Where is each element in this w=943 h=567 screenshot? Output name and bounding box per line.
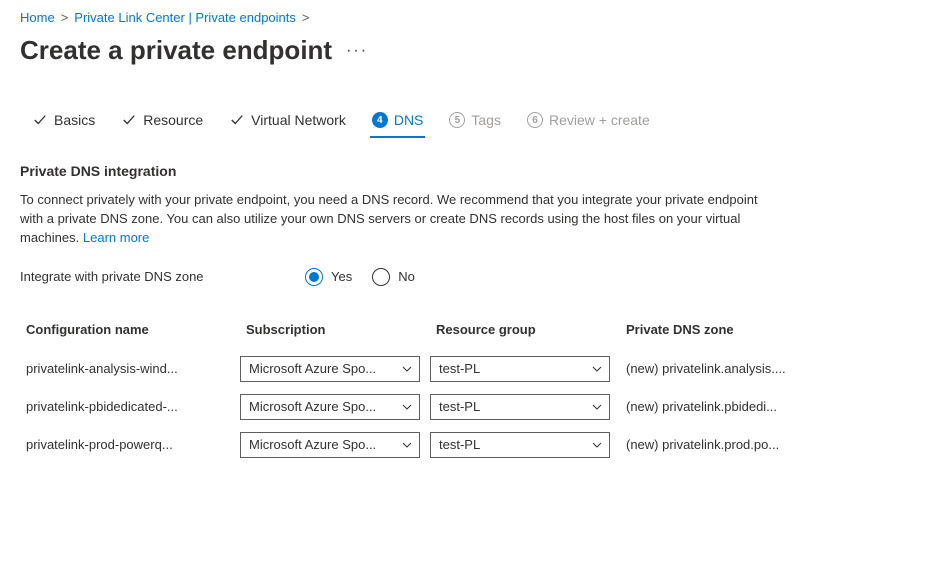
tab-basics[interactable]: Basics (30, 106, 97, 138)
config-name: privatelink-analysis-wind... (20, 361, 230, 376)
dropdown-value: Microsoft Azure Spo... (249, 437, 395, 452)
tab-review-create[interactable]: 6 Review + create (525, 106, 652, 138)
radio-yes[interactable]: Yes (305, 268, 352, 286)
check-icon (229, 112, 245, 128)
radio-no[interactable]: No (372, 268, 415, 286)
tab-virtual-network[interactable]: Virtual Network (227, 106, 348, 138)
radio-icon (372, 268, 390, 286)
integrate-dns-row: Integrate with private DNS zone Yes No (20, 268, 923, 286)
step-number-badge: 4 (372, 112, 388, 128)
learn-more-link[interactable]: Learn more (83, 230, 149, 245)
dropdown-value: Microsoft Azure Spo... (249, 399, 395, 414)
table-row: privatelink-pbidedicated-... Microsoft A… (20, 388, 900, 426)
chevron-right-icon: > (61, 10, 69, 25)
tab-label: Tags (471, 112, 501, 128)
title-row: Create a private endpoint ··· (20, 35, 923, 66)
tab-label: Review + create (549, 112, 650, 128)
table-header-row: Configuration name Subscription Resource… (20, 316, 900, 344)
resource-group-dropdown[interactable]: test-PL (430, 394, 610, 420)
chevron-down-icon (591, 401, 603, 413)
tab-tags[interactable]: 5 Tags (447, 106, 503, 138)
resource-group-dropdown[interactable]: test-PL (430, 432, 610, 458)
tab-label: Basics (54, 112, 95, 128)
chevron-right-icon: > (302, 10, 310, 25)
tab-label: Resource (143, 112, 203, 128)
subscription-dropdown[interactable]: Microsoft Azure Spo... (240, 432, 420, 458)
check-icon (32, 112, 48, 128)
dns-zone-value: (new) privatelink.analysis.... (620, 361, 850, 376)
breadcrumb: Home > Private Link Center | Private end… (20, 10, 923, 25)
radio-icon (305, 268, 323, 286)
integrate-dns-label: Integrate with private DNS zone (20, 269, 305, 284)
step-number-badge: 5 (449, 112, 465, 128)
config-name: privatelink-pbidedicated-... (20, 399, 230, 414)
dropdown-value: Microsoft Azure Spo... (249, 361, 395, 376)
chevron-down-icon (401, 439, 413, 451)
section-heading: Private DNS integration (20, 163, 923, 179)
subscription-dropdown[interactable]: Microsoft Azure Spo... (240, 356, 420, 382)
step-number-badge: 6 (527, 112, 543, 128)
col-header-zone: Private DNS zone (620, 322, 850, 337)
tab-dns[interactable]: 4 DNS (370, 106, 426, 138)
more-actions-icon[interactable]: ··· (346, 42, 368, 60)
dns-zone-value: (new) privatelink.prod.po... (620, 437, 850, 452)
dropdown-value: test-PL (439, 399, 585, 414)
dropdown-value: test-PL (439, 437, 585, 452)
col-header-subscription: Subscription (240, 322, 420, 337)
wizard-tabs: Basics Resource Virtual Network 4 DNS 5 … (20, 106, 923, 139)
chevron-down-icon (591, 363, 603, 375)
chevron-down-icon (591, 439, 603, 451)
config-name: privatelink-prod-powerq... (20, 437, 230, 452)
radio-label: No (398, 269, 415, 284)
breadcrumb-center[interactable]: Private Link Center | Private endpoints (74, 10, 296, 25)
subscription-dropdown[interactable]: Microsoft Azure Spo... (240, 394, 420, 420)
dns-config-table: Configuration name Subscription Resource… (20, 316, 900, 464)
dropdown-value: test-PL (439, 361, 585, 376)
table-row: privatelink-prod-powerq... Microsoft Azu… (20, 426, 900, 464)
section-description: To connect privately with your private e… (20, 191, 780, 248)
resource-group-dropdown[interactable]: test-PL (430, 356, 610, 382)
tab-label: Virtual Network (251, 112, 346, 128)
tab-resource[interactable]: Resource (119, 106, 205, 138)
chevron-down-icon (401, 363, 413, 375)
col-header-resource-group: Resource group (430, 322, 610, 337)
page-title: Create a private endpoint (20, 35, 332, 66)
dns-zone-value: (new) privatelink.pbidedi... (620, 399, 850, 414)
col-header-name: Configuration name (20, 322, 230, 337)
radio-label: Yes (331, 269, 352, 284)
breadcrumb-home[interactable]: Home (20, 10, 55, 25)
table-row: privatelink-analysis-wind... Microsoft A… (20, 350, 900, 388)
chevron-down-icon (401, 401, 413, 413)
check-icon (121, 112, 137, 128)
tab-label: DNS (394, 112, 424, 128)
integrate-dns-radio-group: Yes No (305, 268, 415, 286)
